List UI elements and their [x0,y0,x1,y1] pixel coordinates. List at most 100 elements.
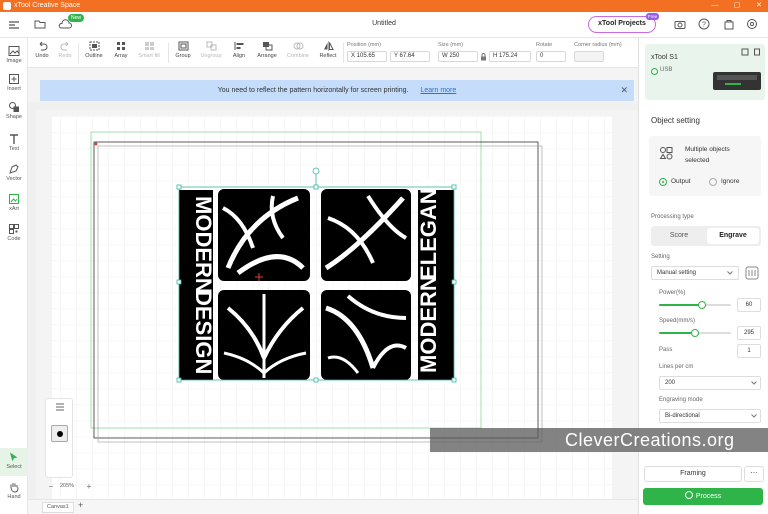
tool-label: Text [8,146,20,152]
outline-label: Outline [85,53,103,59]
ungroup-icon [206,41,216,51]
device-settings-icon[interactable] [741,48,749,56]
arrange-label: Arrange [257,53,277,59]
tool-insert[interactable]: Insert [0,70,28,98]
speed-label: Speed(mm/s) [659,318,696,324]
speed-slider-handle[interactable] [691,329,699,337]
size-w-input[interactable]: W 250 [438,51,478,62]
layer-thumbnail[interactable] [51,425,68,442]
framing-button[interactable]: Framing [644,466,742,482]
processing-type-label: Processing type [651,214,694,220]
zoom-out-button[interactable]: − [46,482,56,492]
tool-hand[interactable]: Hand [0,478,28,506]
add-canvas-button[interactable]: + [78,500,83,510]
shop-icon[interactable] [723,18,735,30]
more-options-button[interactable]: ··· [744,466,764,482]
ungroup-button[interactable]: Ungroup [198,41,224,59]
combine-button[interactable]: Combine [284,41,312,59]
arrange-button[interactable]: Arrange [254,41,280,59]
zoom-level[interactable]: 205% [60,483,74,489]
close-banner-icon[interactable]: ✕ [620,80,628,101]
close-window-button[interactable]: ✕ [748,0,768,12]
camera-icon[interactable] [674,19,686,30]
undo-icon [39,41,47,51]
vertical-ruler [28,102,36,499]
tool-xart[interactable]: xArt [0,190,28,218]
smart-fill-button[interactable]: Smart fill [136,41,162,59]
group-button[interactable]: Group [172,41,194,59]
free-badge: Free [646,13,660,20]
output-radio[interactable] [659,178,667,186]
select-cursor-icon [10,452,18,462]
help-icon[interactable]: ? [698,18,710,30]
redo-icon [60,41,68,51]
reflect-button[interactable]: Reflect [316,41,340,59]
process-button[interactable]: Process [643,488,763,505]
undo-label: Undo [35,53,49,59]
menu-icon[interactable] [8,19,20,31]
canvas-tab[interactable]: Canvas1 [42,502,74,513]
output-label: Output [671,178,691,185]
redo-button[interactable]: Redo [56,41,74,59]
array-label: Array [114,53,128,59]
minimize-button[interactable]: — [704,0,726,12]
combine-label: Combine [286,53,309,59]
pass-input[interactable]: 1 [737,344,761,358]
settings-icon[interactable] [746,18,758,30]
device-card[interactable]: xTool S1 USB [645,44,765,100]
position-x-input[interactable]: X 105.65 [347,51,387,62]
reflect-label: Reflect [319,53,337,59]
corner-radius-input[interactable] [574,51,604,62]
multiple-objects-icon [659,147,673,160]
setting-select[interactable]: Manual setting [651,266,739,280]
power-input[interactable]: 60 [737,298,761,312]
tool-image[interactable]: Image [0,42,28,70]
ungroup-label: Ungroup [200,53,222,59]
watermark-text: CleverCreations.org [565,430,735,450]
maximize-button[interactable]: ▢ [726,0,748,12]
group-icon [178,41,188,51]
align-button[interactable]: Align [228,41,250,59]
device-info-icon[interactable] [753,48,761,56]
power-slider-handle[interactable] [698,301,707,309]
tool-select[interactable]: Select [0,448,28,476]
score-tab[interactable]: Score [653,228,705,244]
laser-device-image [713,72,761,90]
left-text-bottom: DESIGN [191,290,216,374]
ignore-radio[interactable] [709,178,717,186]
folder-icon[interactable] [34,18,46,30]
rotate-handle[interactable] [312,167,320,175]
outline-button[interactable]: Outline [82,41,106,59]
power-slider[interactable] [659,301,731,309]
tool-code[interactable]: Code [0,220,28,248]
zoom-in-button[interactable]: + [84,482,94,492]
layer-list-icon[interactable] [55,403,65,411]
engrave-tab[interactable]: Engrave [707,228,759,244]
pattern-tile-bottom-left [218,290,310,380]
tool-vector[interactable]: Vector [0,160,28,188]
lines-per-cm-select[interactable]: 200 [659,376,761,390]
array-button[interactable]: Array [110,41,132,59]
rotate-input[interactable]: 0 [536,51,566,62]
setting-select-chevron-icon [727,271,733,275]
lines-chevron-icon [751,381,757,385]
speed-input[interactable]: 295 [737,326,761,340]
speed-slider[interactable] [659,329,731,337]
smart-fill-label: Smart fill [138,53,160,59]
right-text-bottom: MODERN [416,275,441,373]
size-h-input[interactable]: H 175.24 [489,51,531,62]
play-icon [684,491,693,499]
tool-label: Shape [6,114,22,120]
lock-ratio-icon[interactable] [480,53,487,61]
position-y-input[interactable]: Y 67.64 [390,51,430,62]
reflect-icon [323,41,334,51]
banner-message: You need to reflect the pattern horizont… [217,87,409,94]
material-library-icon[interactable] [745,266,759,280]
undo-button[interactable]: Undo [33,41,51,59]
learn-more-link[interactable]: Learn more [420,87,456,94]
tool-text[interactable]: Text [0,130,28,158]
edit-toolbar: Undo Redo Outline Array Smart fill Group… [28,38,638,68]
tool-shape[interactable]: Shape [0,98,28,126]
pattern-tile-bottom-right [321,290,411,380]
engraving-mode-select[interactable]: Bi-directional [659,409,761,423]
